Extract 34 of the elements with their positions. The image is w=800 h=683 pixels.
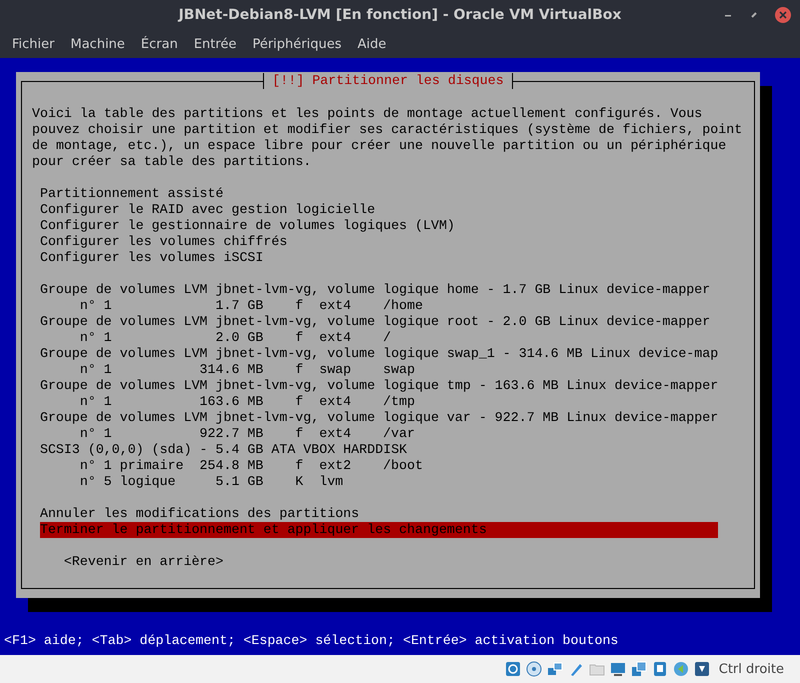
partition-row[interactable]: n° 1 314.6 MB f swap swap	[40, 362, 718, 378]
display-icon[interactable]	[610, 661, 626, 677]
partition-row[interactable]: n° 1 2.0 GB f ext4 /	[40, 330, 718, 346]
menu-option[interactable]: Configurer le RAID avec gestion logicielle	[40, 202, 718, 218]
window-title: JBNet-Debian8-LVM [En fonction] - Oracle VM VirtualBox	[178, 7, 622, 23]
partition-row[interactable]: n° 1 1.7 GB f ext4 /home	[40, 298, 718, 314]
menu-item[interactable]: Périphériques	[244, 36, 350, 52]
menu-option[interactable]: Groupe de volumes LVM jbnet-lvm-vg, volume logique swap_1 - 314.6 MB Linux device-map	[40, 346, 718, 362]
menu-item[interactable]: Entrée	[186, 36, 244, 52]
menu-item[interactable]: Machine	[62, 36, 133, 52]
back-button[interactable]: <Revenir en arrière>	[64, 554, 224, 570]
menu-item[interactable]: Fichier	[4, 36, 62, 52]
intro-text: Voici la table des partitions et les points de montage actuellement configurés. Vous pouvez choisir une partition et modifier ses caractéristiques (système de fichiers, point de montage, etc.), un espace libre pour créer une nouvelle partition ou un périphérique pour créer sa table des partitions.	[32, 106, 744, 170]
menu-option[interactable]: SCSI3 (0,0,0) (sda) - 5.4 GB ATA VBOX HARDDISK	[40, 442, 718, 458]
menu-item[interactable]: Aide	[350, 36, 394, 52]
menu-option[interactable]: Annuler les modifications des partitions	[40, 506, 718, 522]
menu-option[interactable]: Partitionnement assisté	[40, 186, 718, 202]
menu-option[interactable]: Groupe de volumes LVM jbnet-lvm-vg, volume logique root - 2.0 GB Linux device-mapper	[40, 314, 718, 330]
help-line: <F1> aide; <Tab> déplacement; <Espace> sélection; <Entrée> activation boutons	[4, 633, 618, 649]
partition-row[interactable]: n° 1 163.6 MB f ext4 /tmp	[40, 394, 718, 410]
dialog-title: [!!] Partitionner les disques	[263, 73, 513, 89]
host-key-label: Ctrl droite	[718, 662, 784, 676]
menu-option[interactable]: Groupe de volumes LVM jbnet-lvm-vg, volume logique home - 1.7 GB Linux device-mapper	[40, 282, 718, 298]
partition-row[interactable]: n° 1 primaire 254.8 MB f ext2 /boot	[40, 458, 718, 474]
optical-icon[interactable]	[526, 661, 542, 677]
menu-item[interactable]: Écran	[132, 36, 186, 52]
menu-option[interactable]: Groupe de volumes LVM jbnet-lvm-vg, volume logique var - 922.7 MB Linux device-mapper	[40, 410, 718, 426]
menu-option[interactable]: Configurer le gestionnaire de volumes logiques (LVM)	[40, 218, 718, 234]
menu-option[interactable]: Groupe de volumes LVM jbnet-lvm-vg, volume logique tmp - 163.6 MB Linux device-mapper	[40, 378, 718, 394]
partition-row[interactable]: n° 1 922.7 MB f ext4 /var	[40, 426, 718, 442]
partition-row[interactable]: n° 5 logique 5.1 GB K lvm	[40, 474, 718, 490]
close-icon[interactable]	[774, 6, 792, 24]
menu-option[interactable]: Configurer les volumes chiffrés	[40, 234, 718, 250]
menu-option[interactable]: Configurer les volumes iSCSI	[40, 250, 718, 266]
